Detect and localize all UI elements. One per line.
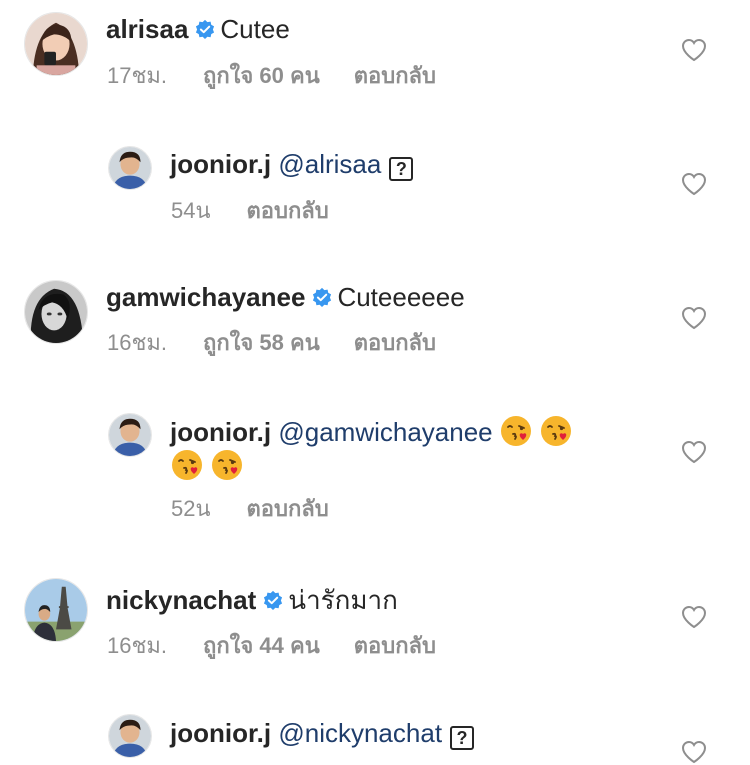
kissing-face-emoji (539, 414, 573, 448)
likes-count[interactable]: ถูกใจ 60 คน (203, 61, 320, 91)
likes-count[interactable]: ถูกใจ 44 คน (203, 631, 320, 661)
avatar-joonior[interactable] (108, 714, 152, 758)
username[interactable]: joonior.j (170, 718, 271, 748)
reply-button[interactable]: ตอบกลับ (354, 631, 436, 661)
username[interactable]: joonior.j (170, 417, 271, 447)
avatar-alrisaa[interactable] (24, 12, 88, 76)
comment-text: Cuteeeeee (337, 282, 465, 312)
reply-button[interactable]: ตอบกลับ (354, 328, 436, 358)
verified-badge-icon (262, 590, 284, 612)
comment-meta: 54น ตอบกลับ (171, 196, 329, 226)
comment-line: joonior.j @gamwichayanee (170, 414, 573, 449)
comment-time: 52น (171, 496, 211, 521)
username[interactable]: joonior.j (170, 149, 271, 179)
kissing-face-emoji (170, 448, 204, 482)
verified-badge-icon (194, 19, 216, 41)
heart-outline-icon[interactable] (681, 440, 707, 464)
comment-time: 16ชม. (107, 633, 168, 658)
comment-line: nickynachat น่ารักมาก (106, 583, 398, 617)
comment-meta: 16ชม. ถูกใจ 44 คน ตอบกลับ (107, 631, 436, 661)
mention-link[interactable]: @gamwichayanee (278, 417, 492, 447)
reply-button[interactable]: ตอบกลับ (354, 61, 436, 91)
reply-button[interactable]: ตอบกลับ (247, 494, 329, 524)
kissing-face-emoji (499, 414, 533, 448)
avatar-nickynachat[interactable] (24, 578, 88, 642)
heart-outline-icon[interactable] (681, 740, 707, 764)
username[interactable]: alrisaa (106, 14, 188, 44)
heart-outline-icon[interactable] (681, 172, 707, 196)
reply-button[interactable]: ตอบกลับ (247, 196, 329, 226)
comment-meta: 17ชม. ถูกใจ 60 คน ตอบกลับ (107, 61, 436, 91)
verified-badge-icon (311, 287, 333, 309)
comment-text: Cutee (220, 14, 290, 44)
comment-text: น่ารักมาก (288, 585, 398, 615)
heart-outline-icon[interactable] (681, 38, 707, 62)
comment-time: 54น (171, 198, 211, 223)
comment-meta: 16ชม. ถูกใจ 58 คน ตอบกลับ (107, 328, 436, 358)
unknown-glyph: ? (389, 157, 414, 181)
unknown-glyph: ? (450, 726, 475, 750)
comment-line-continued (164, 448, 244, 483)
kissing-face-emoji (210, 448, 244, 482)
comment-line: alrisaa Cutee (106, 12, 290, 46)
likes-count[interactable]: ถูกใจ 58 คน (203, 328, 320, 358)
comment-line: gamwichayanee Cuteeeeee (106, 280, 465, 314)
avatar-joonior[interactable] (108, 413, 152, 457)
comment-meta: 52น ตอบกลับ (171, 494, 329, 524)
mention-link[interactable]: @nickynachat (278, 718, 442, 748)
username[interactable]: gamwichayanee (106, 282, 305, 312)
comment-time: 17ชม. (107, 63, 168, 88)
comment-time: 16ชม. (107, 330, 168, 355)
username[interactable]: nickynachat (106, 585, 256, 615)
mention-link[interactable]: @alrisaa (278, 149, 381, 179)
avatar-gamwichayanee[interactable] (24, 280, 88, 344)
comment-line: joonior.j @nickynachat? (170, 716, 475, 750)
comment-line: joonior.j @alrisaa? (170, 147, 414, 181)
heart-outline-icon[interactable] (681, 306, 707, 330)
avatar-joonior[interactable] (108, 146, 152, 190)
heart-outline-icon[interactable] (681, 605, 707, 629)
